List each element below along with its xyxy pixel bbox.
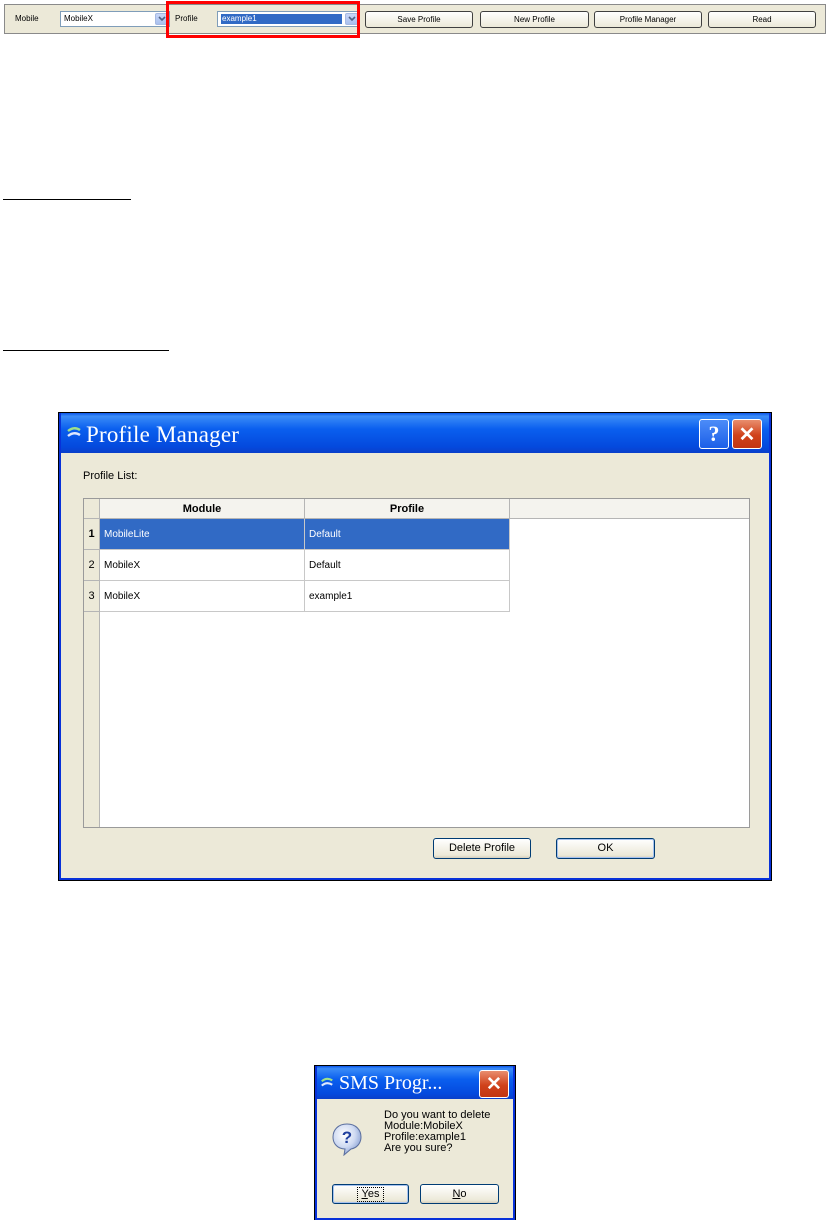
profile-highlight-box (166, 1, 360, 38)
confirm-delete-dialog: SMS Progr... ✕ ? Do you want to delete M… (315, 1066, 515, 1220)
table-cell-profile[interactable]: Default (305, 519, 510, 550)
table-cell-profile[interactable]: Default (305, 550, 510, 581)
row-header[interactable]: 2 (84, 550, 100, 581)
close-icon[interactable]: ✕ (732, 419, 762, 449)
profile-toolbar: Mobile MobileX Profile example1 Save Pro… (4, 4, 826, 34)
mobile-select-value: MobileX (64, 14, 93, 23)
close-icon[interactable]: ✕ (479, 1070, 509, 1098)
title-bar[interactable]: SMS Progr... ✕ (317, 1066, 513, 1099)
save-profile-button[interactable]: Save Profile (365, 11, 473, 28)
read-button[interactable]: Read (708, 11, 816, 28)
help-icon[interactable]: ? (699, 419, 729, 449)
profile-manager-button[interactable]: Profile Manager (594, 11, 702, 28)
profile-list-label: Profile List: (83, 470, 138, 482)
mobile-label: Mobile (15, 14, 39, 23)
column-header-module[interactable]: Module (100, 499, 305, 519)
title-bar[interactable]: Profile Manager ? ✕ (61, 413, 769, 453)
no-rest: o (460, 1188, 467, 1200)
table-cell-module[interactable]: MobileLite (100, 519, 305, 550)
heading-underline (3, 350, 169, 351)
column-header-filler (510, 499, 749, 519)
table-cell-module[interactable]: MobileX (100, 581, 305, 612)
window-title: Profile Manager (86, 422, 240, 447)
no-button-label: No (448, 1185, 470, 1203)
delete-profile-button[interactable]: Delete Profile (433, 838, 531, 859)
new-profile-button[interactable]: New Profile (480, 11, 589, 28)
no-button[interactable]: No (420, 1184, 499, 1204)
message-line: Are you sure? (384, 1142, 453, 1154)
svg-text:?: ? (342, 1128, 352, 1147)
dialog-message: Do you want to delete Module:MobileX Pro… (384, 1110, 490, 1154)
column-header-profile[interactable]: Profile (305, 499, 510, 519)
table-cell-module[interactable]: MobileX (100, 550, 305, 581)
yes-button-label: Yes (356, 1187, 385, 1202)
heading-underline (3, 199, 131, 200)
mobile-select[interactable]: MobileX (60, 11, 170, 27)
dialog-title: SMS Progr... (339, 1072, 443, 1094)
yes-rest: es (367, 1188, 380, 1200)
row-header[interactable]: 3 (84, 581, 100, 612)
yes-button[interactable]: Yes (332, 1184, 409, 1204)
app-icon (320, 1076, 334, 1095)
profile-grid[interactable]: Module Profile 1 MobileLite Default 2 Mo… (83, 498, 750, 828)
app-icon (66, 425, 82, 446)
ok-button[interactable]: OK (556, 838, 655, 859)
row-header[interactable]: 1 (84, 519, 100, 550)
question-icon: ? (331, 1122, 363, 1161)
profile-manager-window: Profile Manager ? ✕ Profile List: Module… (59, 413, 771, 880)
grid-corner (84, 499, 100, 519)
table-cell-profile[interactable]: example1 (305, 581, 510, 612)
